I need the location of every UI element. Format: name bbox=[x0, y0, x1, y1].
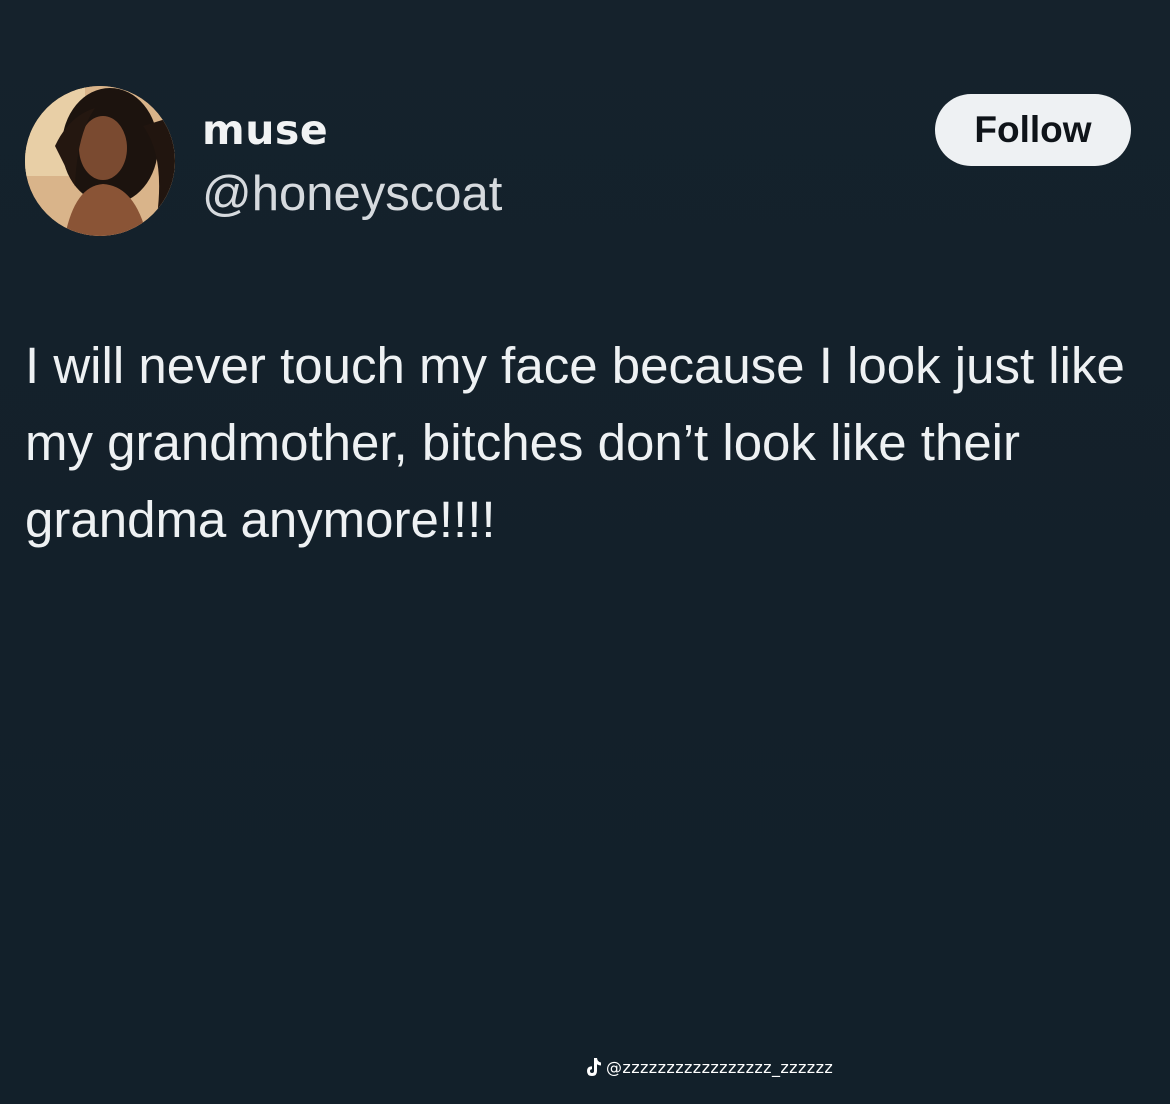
watermark-username: @zzzzzzzzzzzzzzzzz_zzzzzz bbox=[606, 1057, 834, 1077]
follow-button[interactable]: Follow bbox=[935, 94, 1131, 166]
user-handle[interactable]: @honeyscoat bbox=[202, 165, 502, 223]
avatar[interactable] bbox=[25, 86, 175, 236]
tiktok-icon bbox=[587, 1058, 601, 1076]
tiktok-watermark: @zzzzzzzzzzzzzzzzz_zzzzzz bbox=[584, 1056, 833, 1078]
tweet-card: muse @honeyscoat Follow I will never tou… bbox=[0, 0, 1170, 1104]
tweet-text: I will never touch my face because I loo… bbox=[25, 337, 1125, 548]
profile-photo-icon bbox=[25, 86, 175, 236]
display-name[interactable]: muse bbox=[202, 104, 328, 156]
